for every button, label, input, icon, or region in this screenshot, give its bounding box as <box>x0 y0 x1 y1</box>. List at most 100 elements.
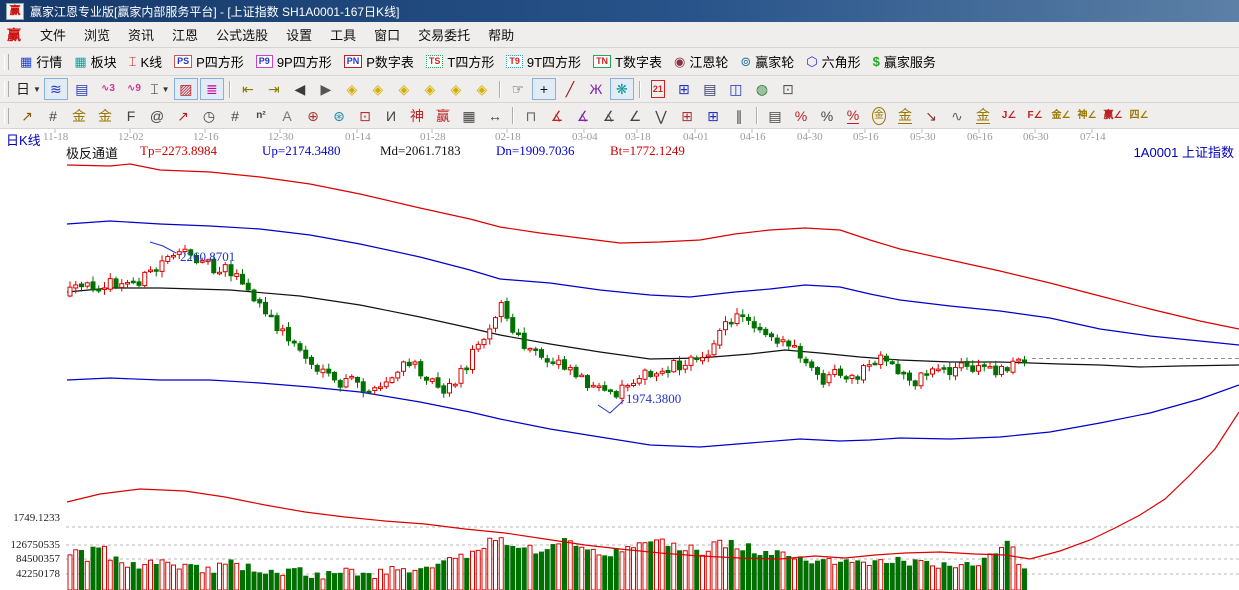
hand-tool-button[interactable]: ☞ <box>506 78 530 100</box>
toolbar-button-winner-wheel[interactable]: ⊚ 赢家轮 <box>734 50 800 73</box>
gann-fence-button[interactable]: # <box>41 105 65 127</box>
f-angle-button[interactable]: F∠ <box>1023 105 1047 127</box>
chart-area[interactable]: 2260.8701 1974.3800 日K线 11-18 12-02 12-16 12… <box>0 129 1239 590</box>
jump-last-button[interactable]: ⇥ <box>262 78 286 100</box>
zoom-out-horizontal-button[interactable]: ◈ <box>392 78 416 100</box>
nine-part-chart-button[interactable]: ∿9 <box>122 78 146 100</box>
compressed-kline-toggle-button[interactable]: ≋ <box>43 78 68 100</box>
toolbar-button-gann-wheel[interactable]: ◉ 江恩轮 <box>668 50 734 73</box>
toolbar-button-hexagon[interactable]: ⬡ 六角形 <box>800 50 866 73</box>
gold-underline-button[interactable]: 金 <box>971 105 995 127</box>
spiral-tool-button[interactable]: @ <box>145 105 169 127</box>
toolbar-button-t-square[interactable]: TS T四方形 <box>420 50 500 73</box>
dark-fan-box-button[interactable]: ∡ <box>597 105 621 127</box>
si-angle-button[interactable]: 四∠ <box>1127 105 1151 127</box>
gann-grid-arrow-button[interactable]: ⊞ <box>701 105 725 127</box>
toolbar-button-9t-square[interactable]: T9 9T四方形 <box>500 50 587 73</box>
save-disk-button[interactable]: ◫ <box>724 78 748 100</box>
menu-item-tools[interactable]: 工具 <box>321 22 365 47</box>
menu-item-gann[interactable]: 江恩 <box>163 22 207 47</box>
jump-first-button[interactable]: ⇤ <box>236 78 260 100</box>
printer-button[interactable]: ⊡ <box>776 78 800 100</box>
volume-bar <box>705 550 711 590</box>
ying-angle-button[interactable]: 赢∠ <box>1101 105 1125 127</box>
ying-box-button[interactable]: 赢 <box>431 105 455 127</box>
compress-bars-button[interactable]: ◈ <box>444 78 468 100</box>
boxed-grid-tool-button[interactable]: ⊡ <box>353 105 377 127</box>
box-measure-button[interactable]: ⊓ <box>519 105 543 127</box>
volume-histogram-toggle-button[interactable]: ≣ <box>199 78 224 100</box>
gold-angle-button[interactable]: 金∠ <box>1049 105 1073 127</box>
shen-fence-button[interactable]: 神 <box>405 105 429 127</box>
red-marker-tool-button[interactable]: ↗ <box>171 105 195 127</box>
menu-item-file[interactable]: 文件 <box>31 22 75 47</box>
toolbar-button-winner-service[interactable]: $ 赢家服务 <box>867 50 942 73</box>
n-square-tool-button[interactable]: n² <box>249 105 273 127</box>
calendar-21-button[interactable]: 21 <box>646 78 670 100</box>
expand-bars-button[interactable]: ◈ <box>470 78 494 100</box>
tick-fence-button[interactable]: # <box>223 105 247 127</box>
toolbar-button-quotes[interactable]: ▦ 行情 <box>14 50 68 73</box>
info-panel-toggle-button[interactable]: ▤ <box>70 78 94 100</box>
parallel-lines-button[interactable]: ∥ <box>727 105 751 127</box>
menu-item-settings[interactable]: 设置 <box>277 22 321 47</box>
j-angle-button[interactable]: J∠ <box>997 105 1021 127</box>
brush-tool-button[interactable]: ↘ <box>919 105 943 127</box>
volume-bar <box>521 547 527 590</box>
pan-left-diamond-button[interactable]: ◈ <box>340 78 364 100</box>
title-bar[interactable]: 赢 赢家江恩专业版[赢家内部服务平台] - [上证指数 SH1A0001-167… <box>0 0 1239 22</box>
pan-right-diamond-button[interactable]: ◈ <box>366 78 390 100</box>
percent-tool-button[interactable]: % <box>815 105 839 127</box>
gold-circle-button[interactable]: 金 <box>867 105 891 127</box>
wave-abc-tool-button[interactable]: ∿ <box>945 105 969 127</box>
crosshair-tool-button[interactable]: + <box>531 78 556 100</box>
chart-canvas[interactable]: 2260.8701 1974.3800 <box>0 129 1239 590</box>
page-next-button[interactable]: ▶ <box>314 78 338 100</box>
percent-line-button[interactable]: % <box>841 105 865 127</box>
toolbar-button-t-number-table[interactable]: TN T数字表 <box>587 50 668 73</box>
text-angle-tool-button[interactable]: A <box>275 105 299 127</box>
menu-item-browse[interactable]: 浏览 <box>75 22 119 47</box>
toolbar-button-9p-square[interactable]: P9 9P四方形 <box>250 50 338 73</box>
star-grid-tool-button[interactable]: ⊛ <box>327 105 351 127</box>
toolbar-button-p-square[interactable]: PS P四方形 <box>168 50 250 73</box>
ruler-grid-button[interactable]: ▦ <box>457 105 481 127</box>
zigzag-wave-button[interactable]: ⋁ <box>649 105 673 127</box>
time-cycle-clock-button[interactable]: ◷ <box>197 105 221 127</box>
f-fence-button[interactable]: F <box>119 105 143 127</box>
menu-item-news[interactable]: 资讯 <box>119 22 163 47</box>
zoom-in-horizontal-button[interactable]: ◈ <box>418 78 442 100</box>
width-measure-button[interactable]: ↔ <box>483 105 507 127</box>
gold-level-line-button[interactable]: 金 <box>893 105 917 127</box>
notepad-button[interactable]: ▤ <box>698 78 722 100</box>
percent-wave-button[interactable]: % <box>789 105 813 127</box>
red-fan-lines-button[interactable]: ∡ <box>545 105 569 127</box>
gann-circle-cross-button[interactable]: ⊕ <box>301 105 325 127</box>
toolbar-button-sectors[interactable]: ▦ 板块 <box>68 50 122 73</box>
toolbar-button-p-number-table[interactable]: PN P数字表 <box>338 50 420 73</box>
menu-item-formula-pick[interactable]: 公式选股 <box>207 22 277 47</box>
period-daily-dropdown-button[interactable]: 日 ▼ <box>15 78 42 100</box>
k-mark-tool-button[interactable]: И <box>379 105 403 127</box>
calculator-button[interactable]: ⊞ <box>672 78 696 100</box>
three-part-chart-button[interactable]: ∿3 <box>96 78 120 100</box>
purple-fan-box-button[interactable]: ∡ <box>571 105 595 127</box>
angle-lines-button[interactable]: ∠ <box>623 105 647 127</box>
toolbar-button-kline[interactable]: ⌶ K线 <box>123 50 168 73</box>
gold-fence-a-button[interactable]: 金 <box>67 105 91 127</box>
menu-item-trade-entrust[interactable]: 交易委托 <box>409 22 479 47</box>
gold-fence-b-button[interactable]: 金 <box>93 105 117 127</box>
percent-list-button[interactable]: ▤ <box>763 105 787 127</box>
gann-grid-red-button[interactable]: ⊞ <box>675 105 699 127</box>
compass-draw-tool-button[interactable]: ↗ <box>15 105 39 127</box>
candle-style-dropdown-button[interactable]: ⌶ ▼ <box>148 78 172 100</box>
gann-shape-tool-button[interactable]: Ж <box>584 78 608 100</box>
pattern-map-tool-button[interactable]: ❋ <box>609 78 634 100</box>
menu-item-window[interactable]: 窗口 <box>365 22 409 47</box>
shen-angle-button[interactable]: 神∠ <box>1075 105 1099 127</box>
page-prev-button[interactable]: ◀ <box>288 78 312 100</box>
region-overlay-toggle-button[interactable]: ▨ <box>173 78 198 100</box>
trendline-tool-button[interactable]: ╱ <box>558 78 582 100</box>
web-data-button[interactable]: ◍ <box>750 78 774 100</box>
menu-item-help[interactable]: 帮助 <box>479 22 523 47</box>
